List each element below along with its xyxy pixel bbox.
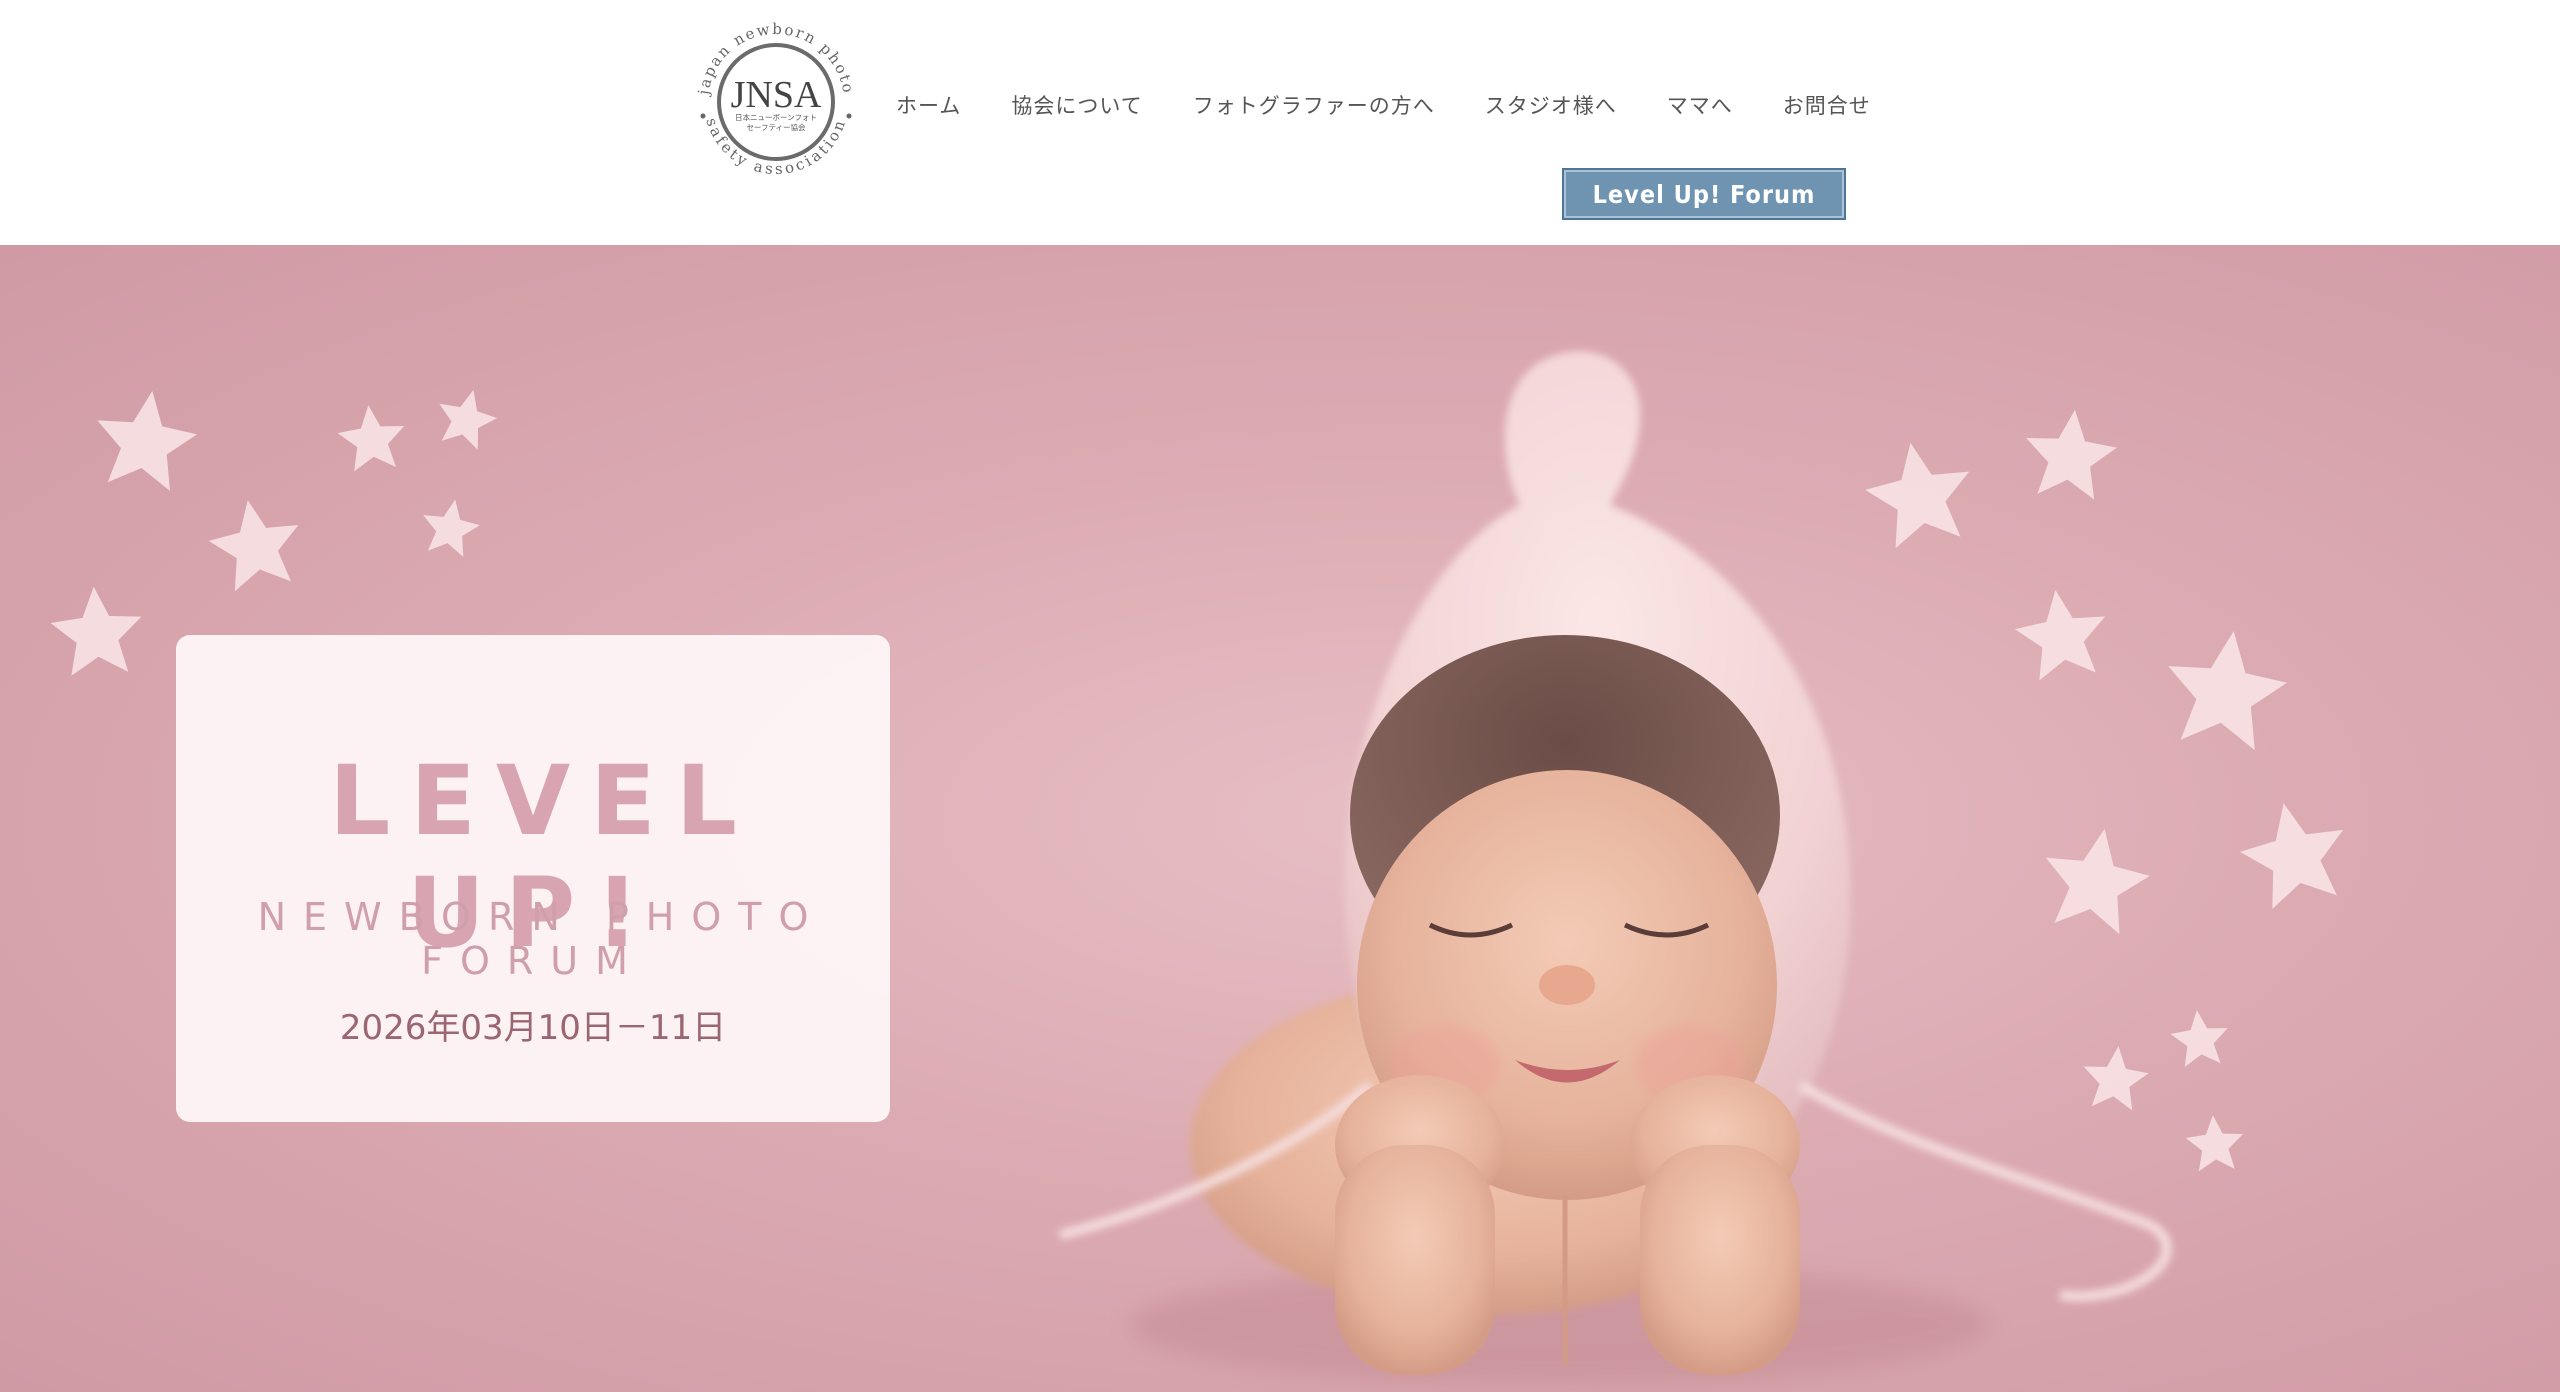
event-date: 2026年03月10日－11日 bbox=[339, 1008, 727, 1048]
nav-item-home[interactable]: ホーム bbox=[896, 90, 961, 120]
nav-item-moms[interactable]: ママへ bbox=[1667, 90, 1733, 120]
logo-abbr: JNSA bbox=[731, 74, 822, 116]
site-header: japan newborn photo safety association J… bbox=[0, 0, 2560, 245]
jnsa-logo[interactable]: japan newborn photo safety association J… bbox=[686, 12, 866, 192]
event-subtitle: NEWBORN PHOTO FORUM bbox=[257, 895, 826, 983]
hero-banner: LEVEL UP! NEWBORN PHOTO FORUM 2026年03月10… bbox=[0, 245, 2560, 1392]
event-card: LEVEL UP! NEWBORN PHOTO FORUM 2026年03月10… bbox=[176, 635, 890, 1122]
nav-item-studios[interactable]: スタジオ様へ bbox=[1485, 90, 1617, 120]
main-nav: ホーム 協会について フォトグラファーの方へ スタジオ様へ ママへ お問合せ bbox=[896, 66, 1871, 144]
logo-jp-line1: 日本ニューボーンフォト bbox=[735, 112, 817, 122]
jnsa-logo-emblem: japan newborn photo safety association J… bbox=[694, 20, 856, 178]
nav-item-photographers[interactable]: フォトグラファーの方へ bbox=[1193, 90, 1435, 120]
logo-jp-line2: セーフティー協会 bbox=[746, 122, 806, 132]
nav-item-about[interactable]: 協会について bbox=[1011, 90, 1142, 120]
level-up-forum-button[interactable]: Level Up! Forum bbox=[1562, 168, 1846, 220]
nav-item-contact[interactable]: お問合せ bbox=[1783, 90, 1871, 120]
